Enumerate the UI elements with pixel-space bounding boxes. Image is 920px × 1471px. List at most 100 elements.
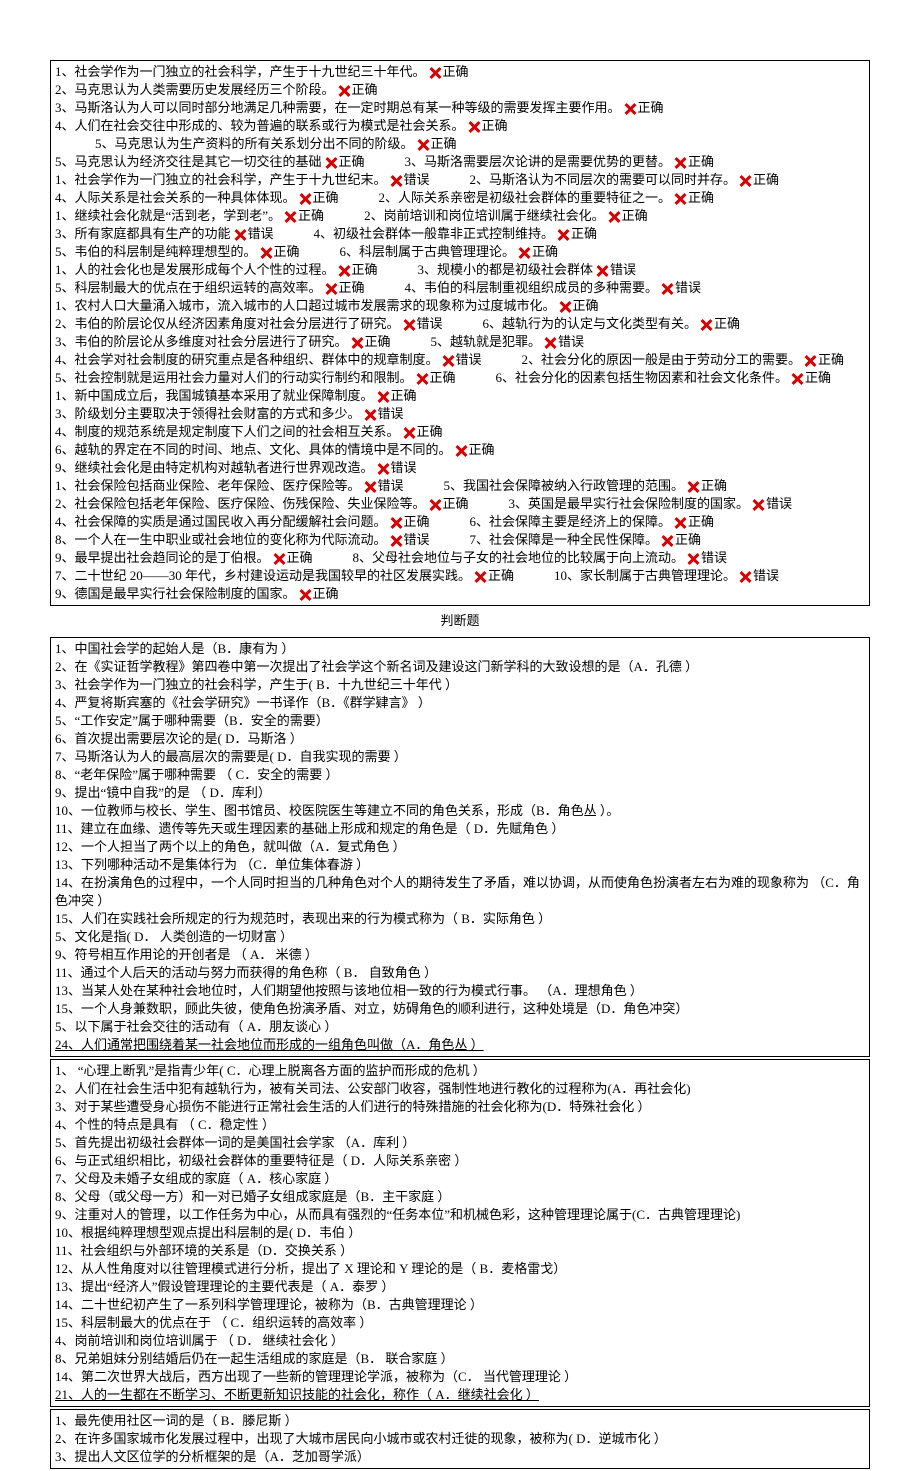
tf-question: 1、继续社会化就是“活到老，学到老”。 [55, 207, 281, 225]
tf-question: 5、科层制最大的优点在于组织运转的高效率。 [55, 279, 322, 297]
tf-question: 2、社会分化的原因一般是由于劳动分工的需要。 [522, 351, 802, 369]
tf-answer: 正确 [753, 171, 779, 189]
tf-answer: 错误 [248, 225, 274, 243]
mc-item: 8、父母（或父母一方）和一对已婚子女组成家庭是（B．主干家庭 ） [55, 1188, 865, 1206]
tf-item: 2、韦伯的阶层论仅从经济因素角度对社会分层进行了研究。错误 [55, 315, 443, 333]
mc-item: 4、岗前培训和岗位培训属于 （ D． 继续社会化 ） [55, 1332, 865, 1350]
tf-question: 3、所有家庭都具有生产的功能 [55, 225, 231, 243]
tf-question: 7、二十世纪 20——30 年代，乡村建设运动是我国较早的社区发展实践。 [55, 567, 471, 585]
tf-row: 6、越轨的界定在不同的时间、地点、文化、具体的情境中是不同的。正确 [55, 441, 865, 459]
cross-mark-icon [324, 282, 337, 295]
tf-question: 5、社会控制就是运用社会力量对人们的行动实行制约和限制。 [55, 369, 413, 387]
tf-item: 7、二十世纪 20——30 年代，乡村建设运动是我国较早的社区发展实践。正确 [55, 567, 514, 585]
cross-mark-icon [517, 246, 530, 259]
tf-answer: 错误 [378, 477, 404, 495]
tf-item: 4、社会学对社会制度的研究重点是各种组织、群体中的规章制度。错误 [55, 351, 482, 369]
mc-item: 3、社会学作为一门独立的社会科学，产生于( B．十九世纪三十年代 ） [55, 676, 865, 694]
tf-item: 2、社会保险包括老年保险、医疗保险、伤残保险、失业保险等。正确 [55, 495, 469, 513]
tf-answer: 正确 [701, 477, 727, 495]
tf-question: 4、韦伯的科层制重视组织成员的多种需要。 [405, 279, 659, 297]
tf-question: 8、一个人在一生中职业或社会地位的变化称为代际流动。 [55, 531, 387, 549]
mc-item: 11、建立在血缘、遗传等先天或生理因素的基础上形成和规定的角色是（ D．先赋角色… [55, 820, 865, 838]
tf-row: 8、一个人在一生中职业或社会地位的变化称为代际流动。错误7、社会保障是一种全民性… [55, 531, 865, 549]
cross-mark-icon [595, 264, 608, 277]
tf-question: 3、规模小的都是初级社会群体 [418, 261, 594, 279]
cross-mark-icon [389, 174, 402, 187]
cross-mark-icon [259, 246, 272, 259]
mc-item: 2、人们在社会生活中犯有越轨行为，被有关司法、公安部门收容，强制性地进行教化的过… [55, 1080, 865, 1098]
tf-answer: 错误 [675, 279, 701, 297]
cross-mark-icon [673, 156, 686, 169]
tf-item: 4、初级社会群体一般靠非正式控制维持。正确 [314, 225, 598, 243]
tf-item: 3、马斯洛需要层次论讲的是需要优势的更替。正确 [405, 153, 715, 171]
tf-row: 4、制度的规范系统是规定制度下人们之间的社会相互关系。正确 [55, 423, 865, 441]
tf-row: 1、社会学作为一门独立的社会科学，产生于十九世纪三十年代。正确 [55, 63, 865, 81]
tf-answer: 正确 [298, 207, 324, 225]
mc-item: 1、中国社会学的起始人是（B．康有为 ） [55, 640, 865, 658]
mc-item: 5、文化是指( D． 人类创造的一切财富 ） [55, 928, 865, 946]
mc-item: 15、科层制最大的优点在于 （ C．组织运转的高效率 ） [55, 1314, 865, 1332]
tf-question: 4、人际关系是社会关系的一种具体体现。 [55, 189, 296, 207]
tf-answer: 正确 [352, 81, 378, 99]
tf-question: 4、社会学对社会制度的研究重点是各种组织、群体中的规章制度。 [55, 351, 439, 369]
cross-mark-icon [738, 174, 751, 187]
tf-question: 2、马克思认为人类需要历史发展经历三个阶段。 [55, 81, 335, 99]
mc-item: 21、人的一生都在不断学习、不断更新知识技能的社会化，称作（ A．继续社会化 ） [55, 1386, 865, 1404]
tf-question: 10、家长制属于古典管理理论。 [554, 567, 736, 585]
tf-question: 4、社会保障的实质是通过国民收入再分配缓解社会问题。 [55, 513, 387, 531]
tf-row: 1、新中国成立后，我国城镇基本采用了就业保障制度。正确 [55, 387, 865, 405]
tf-question: 5、我国社会保障被纳入行政管理的范围。 [444, 477, 685, 495]
tf-item: 9、德国是最早实行社会保险制度的国家。正确 [55, 585, 339, 603]
tf-item: 4、韦伯的科层制重视组织成员的多种需要。错误 [405, 279, 702, 297]
tf-row: 3、马斯洛认为人可以同时部分地满足几种需要，在一定时期总有某一种等级的需要发挥主… [55, 99, 865, 117]
tf-item: 3、所有家庭都具有生产的功能错误 [55, 225, 274, 243]
tf-question: 9、最早提出社会趋同论的是丁伯根。 [55, 549, 270, 567]
tf-row: 1、人的社会化也是发展形成每个人个性的过程。正确3、规模小的都是初级社会群体错误 [55, 261, 865, 279]
tf-question: 6、越轨行为的认定与文化类型有关。 [483, 315, 698, 333]
tf-answer: 正确 [339, 279, 365, 297]
tf-row: 7、二十世纪 20——30 年代，乡村建设运动是我国较早的社区发展实践。正确 10… [55, 567, 865, 585]
tf-row: 1、社会学作为一门独立的社会科学，产生于十九世纪末。错误2、马斯洛认为不同层次的… [55, 171, 865, 189]
tf-question: 5、马克思认为经济交往是其它一切交往的基础 [55, 153, 322, 171]
tf-answer: 正确 [622, 207, 648, 225]
tf-answer: 正确 [287, 549, 313, 567]
mc-item: 5、“工作安定”属于哪种需要（B．安全的需要） [55, 712, 865, 730]
cross-mark-icon [376, 390, 389, 403]
mc-item: 7、父母及未婚子女组成的家庭（ A．核心家庭 ） [55, 1170, 865, 1188]
cross-mark-icon [389, 534, 402, 547]
mc-item: 14、二十世纪初产生了一系列科学管理理论，被称为（B．古典管理理论 ） [55, 1296, 865, 1314]
tf-question: 5、马克思认为生产资料的所有关系划分出不同的阶级。 [95, 135, 414, 153]
tf-item: 10、家长制属于古典管理理论。错误 [554, 567, 779, 585]
mc-item: 13、下列哪种活动不是集体行为 （C．单位集体春游 ） [55, 856, 865, 874]
multiple-choice-section-3: 1、最先使用社区一词的是（ B．滕尼斯 ）2、在许多国家城市化发展过程中，出现了… [50, 1409, 870, 1469]
tf-item: 1、新中国成立后，我国城镇基本采用了就业保障制度。正确 [55, 387, 417, 405]
tf-question: 1、人的社会化也是发展形成每个人个性的过程。 [55, 261, 335, 279]
tf-item: 1、社会保险包括商业保险、老年保险、医疗保险等。错误 [55, 477, 404, 495]
tf-item: 9、继续社会化是由特定机构对越轨者进行世界观改造。错误 [55, 459, 417, 477]
cross-mark-icon [376, 462, 389, 475]
tf-item: 4、制度的规范系统是规定制度下人们之间的社会相互关系。正确 [55, 423, 443, 441]
tf-answer: 正确 [417, 423, 443, 441]
cross-mark-icon [543, 336, 556, 349]
mc-item: 4、个性的特点是具有 （ C．稳定性 ） [55, 1116, 865, 1134]
tf-row: 5、马克思认为经济交往是其它一切交往的基础 正确3、马斯洛需要层次论讲的是需要优势… [55, 153, 865, 171]
true-false-table: 1、社会学作为一门独立的社会科学，产生于十九世纪三十年代。正确2、马克思认为人类… [50, 60, 870, 606]
tf-item: 5、我国社会保障被纳入行政管理的范围。正确 [444, 477, 728, 495]
mc-item: 9、注重对人的管理，以工作任务为中心，从而具有强烈的“任务本位”和机械色彩，这种… [55, 1206, 865, 1224]
tf-item: 5、科层制最大的优点在于组织运转的高效率。正确 [55, 279, 365, 297]
tf-answer: 正确 [688, 153, 714, 171]
cross-mark-icon [673, 516, 686, 529]
tf-answer: 正确 [714, 315, 740, 333]
tf-answer: 正确 [818, 351, 844, 369]
tf-question: 6、科层制属于古典管理理论。 [340, 243, 516, 261]
tf-answer: 正确 [482, 117, 508, 135]
cross-mark-icon [441, 354, 454, 367]
cross-mark-icon [686, 480, 699, 493]
mc-item: 1、最先使用社区一词的是（ B．滕尼斯 ） [55, 1412, 865, 1430]
tf-answer: 正确 [443, 63, 469, 81]
tf-row: 9、德国是最早实行社会保险制度的国家。正确 [55, 585, 865, 603]
cross-mark-icon [428, 498, 441, 511]
cross-mark-icon [363, 408, 376, 421]
tf-answer: 正确 [532, 243, 558, 261]
tf-row: 4、人际关系是社会关系的一种具体体现。正确2、人际关系亲密是初级社会群体的重要特… [55, 189, 865, 207]
